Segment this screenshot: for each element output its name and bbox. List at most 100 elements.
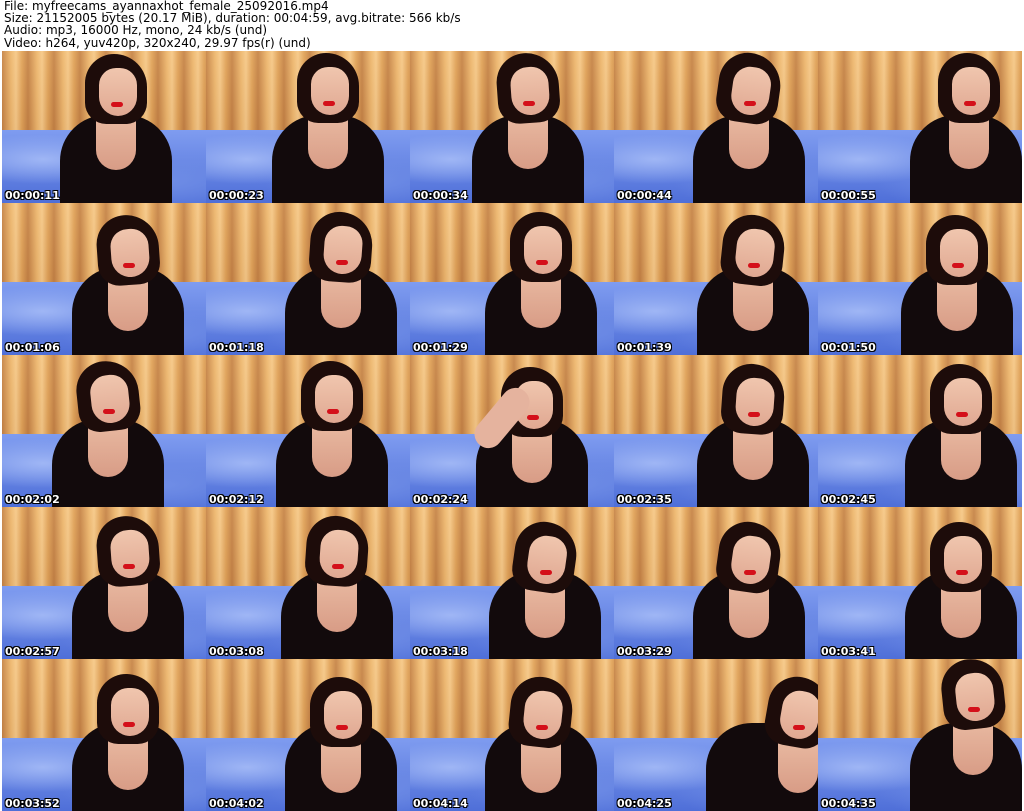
person-figure (410, 355, 614, 507)
neckline (108, 580, 148, 632)
person-figure (410, 203, 614, 355)
neckline (108, 279, 148, 331)
video-thumbnail: 00:03:52 (2, 659, 206, 811)
red-lips (748, 263, 760, 268)
red-lips (332, 564, 344, 569)
face (99, 68, 137, 116)
video-thumbnail: 00:04:02 (206, 659, 410, 811)
face (524, 226, 562, 274)
person-figure (818, 507, 1022, 659)
thumbnail-timestamp: 00:02:57 (5, 645, 60, 658)
person-figure (206, 203, 410, 355)
thumbnail-timestamp: 00:01:39 (617, 341, 672, 354)
person-figure (818, 51, 1022, 203)
thumbnail-timestamp: 00:00:23 (209, 189, 264, 202)
neckline (96, 118, 136, 170)
neckline (733, 279, 773, 331)
neckline (521, 276, 561, 328)
person-figure (206, 51, 410, 203)
red-lips (527, 415, 539, 420)
video-thumbnail: 00:02:02 (2, 355, 206, 507)
face (311, 67, 349, 115)
person-figure (818, 659, 1022, 811)
neckline (321, 276, 361, 328)
neckline (308, 117, 348, 169)
video-info-line: Video: h264, yuv420p, 320x240, 29.97 fps… (4, 35, 311, 50)
thumbnail-timestamp: 00:02:12 (209, 493, 264, 506)
thumbnail-timestamp: 00:01:18 (209, 341, 264, 354)
video-thumbnail: 00:03:18 (410, 507, 614, 659)
red-lips (744, 570, 756, 575)
neckline (953, 723, 993, 775)
neckline (729, 586, 769, 638)
person-figure (410, 507, 614, 659)
thumbnail-timestamp: 00:01:06 (5, 341, 60, 354)
neckline (521, 741, 561, 793)
video-thumbnail: 00:04:14 (410, 659, 614, 811)
video-thumbnail: 00:02:12 (206, 355, 410, 507)
neckline (312, 425, 352, 477)
person-figure (2, 507, 206, 659)
video-thumbnail: 00:00:55 (818, 51, 1022, 203)
video-thumbnail: 00:00:44 (614, 51, 818, 203)
video-thumbnail: 00:02:45 (818, 355, 1022, 507)
person-figure (206, 507, 410, 659)
face (324, 691, 362, 739)
video-thumbnail: 00:04:35 (818, 659, 1022, 811)
person-figure (2, 355, 206, 507)
face (952, 67, 990, 115)
video-thumbnail: 00:01:50 (818, 203, 1022, 355)
person-figure (2, 51, 206, 203)
person-figure (614, 659, 818, 811)
thumbnail-timestamp: 00:04:35 (821, 797, 876, 810)
video-thumbnail: 00:01:06 (2, 203, 206, 355)
red-lips (103, 409, 115, 414)
red-lips (327, 409, 339, 414)
red-lips (536, 725, 548, 730)
red-lips (748, 412, 760, 417)
neckline (949, 117, 989, 169)
video-thumbnail: 00:03:08 (206, 507, 410, 659)
thumbnail-grid: 00:00:11 00:00:23 00:00:34 00:00:44 00:00:55… (0, 51, 1024, 811)
video-thumbnail: 00:02:35 (614, 355, 818, 507)
red-lips (123, 722, 135, 727)
thumbnail-timestamp: 00:04:25 (617, 797, 672, 810)
video-thumbnail: 00:03:41 (818, 507, 1022, 659)
thumbnail-timestamp: 00:03:18 (413, 645, 468, 658)
thumbnail-timestamp: 00:04:02 (209, 797, 264, 810)
neckline (937, 279, 977, 331)
person-figure (614, 355, 818, 507)
red-lips (523, 101, 535, 106)
thumbnail-timestamp: 00:01:29 (413, 341, 468, 354)
thumbnail-timestamp: 00:03:08 (209, 645, 264, 658)
red-lips (336, 260, 348, 265)
face (315, 375, 353, 423)
video-thumbnail: 00:03:29 (614, 507, 818, 659)
face (940, 229, 978, 277)
red-lips (952, 263, 964, 268)
thumbnail-timestamp: 00:03:29 (617, 645, 672, 658)
person-figure (410, 659, 614, 811)
face (944, 536, 982, 584)
neckline (525, 586, 565, 638)
red-lips (336, 725, 348, 730)
neckline (733, 428, 773, 480)
video-thumbnail: 00:02:24 (410, 355, 614, 507)
file-info-header: File: myfreecams_ayannaxhot_female_25092… (4, 0, 1020, 50)
neckline (941, 428, 981, 480)
red-lips (956, 412, 968, 417)
video-thumbnail: 00:04:25 (614, 659, 818, 811)
neckline (88, 425, 128, 477)
red-lips (793, 725, 805, 730)
thumbnail-timestamp: 00:00:44 (617, 189, 672, 202)
neckline (108, 738, 148, 790)
thumbnail-timestamp: 00:04:14 (413, 797, 468, 810)
face (109, 528, 151, 580)
face (944, 378, 982, 426)
person-figure (206, 355, 410, 507)
person-figure (614, 203, 818, 355)
red-lips (968, 707, 980, 712)
face (111, 688, 149, 736)
red-lips (111, 102, 123, 107)
red-lips (123, 564, 135, 569)
